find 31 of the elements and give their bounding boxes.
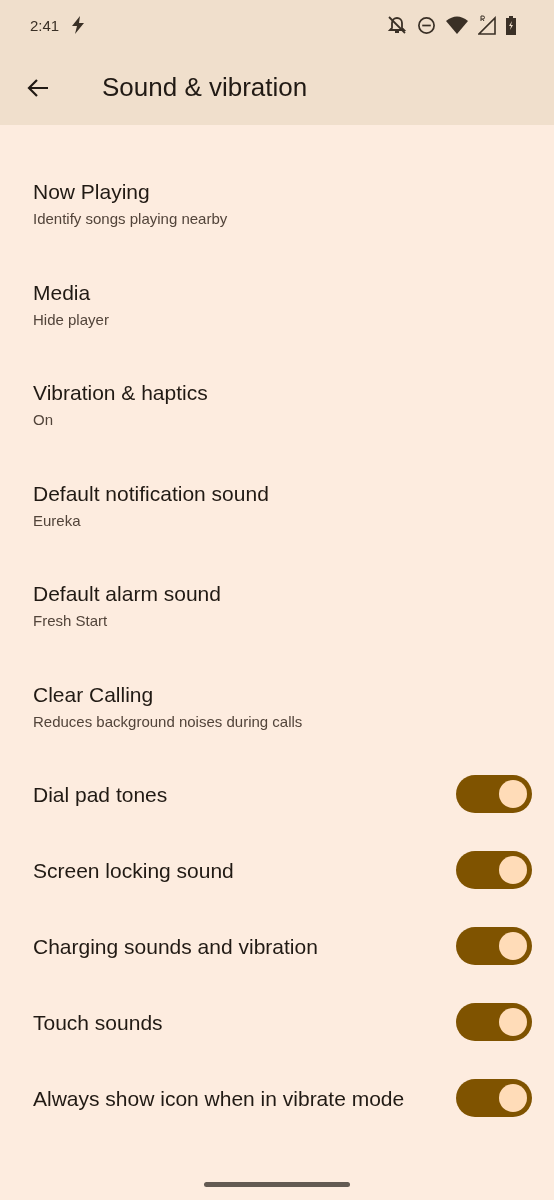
setting-title[interactable]: Media	[33, 277, 413, 307]
setting-title: Touch sounds	[33, 1009, 164, 1036]
setting-summary: Eureka	[33, 510, 82, 531]
toggle-switch[interactable]	[456, 1079, 532, 1117]
do-not-disturb-icon	[417, 15, 436, 35]
setting-title: Charging sounds and vibration	[33, 933, 319, 960]
flash-icon	[71, 16, 86, 34]
setting-title[interactable]: Clear Calling	[33, 679, 413, 709]
setting-summary: Reduces background noises during calls	[33, 711, 304, 732]
battery-icon	[506, 15, 516, 35]
setting-title: Screen locking sound	[33, 857, 235, 884]
wifi-icon	[446, 16, 468, 34]
setting-title[interactable]: Default alarm sound	[33, 579, 413, 609]
toggle-switch[interactable]	[456, 927, 532, 965]
setting-summary: Hide player	[33, 309, 110, 330]
setting-title: Always show icon when in vibrate mode	[33, 1085, 406, 1112]
toggle-switch[interactable]	[456, 775, 532, 813]
toggle-switch[interactable]	[456, 851, 532, 889]
bell-off-icon	[387, 15, 407, 35]
page-title: Sound & vibration	[102, 72, 308, 103]
setting-summary: On	[33, 410, 54, 431]
signal-icon	[478, 15, 496, 35]
setting-title[interactable]: Default notification sound	[33, 478, 413, 508]
setting-title[interactable]: Now Playing	[33, 177, 413, 207]
setting-title[interactable]: Vibration & haptics	[33, 378, 413, 408]
toggle-switch[interactable]	[456, 1003, 532, 1041]
setting-title: Dial pad tones	[33, 781, 169, 808]
setting-summary: Identify songs playing nearby	[33, 209, 229, 230]
gesture-handle[interactable]	[204, 1182, 350, 1187]
status-time: 2:41	[30, 16, 60, 34]
setting-summary: Fresh Start	[33, 611, 109, 632]
